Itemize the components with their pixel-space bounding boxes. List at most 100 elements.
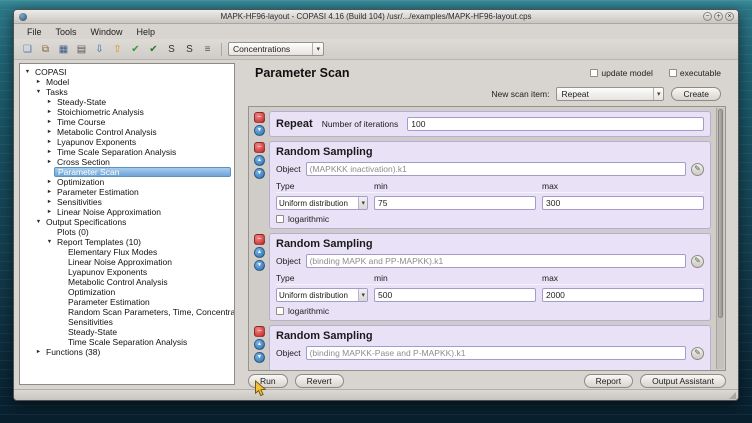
collapse-arrow-icon[interactable]: ▼ [45,237,54,247]
sliders-icon[interactable]: ≡ [200,42,215,57]
model-tree[interactable]: ▼COPASI►Model▼Tasks►Steady-State►Stoichi… [19,63,235,385]
tree-item-parameter-estimation[interactable]: ►Parameter Estimation [20,187,234,197]
expand-arrow-icon[interactable]: ► [34,77,43,87]
expand-arrow-icon[interactable]: ► [45,137,54,147]
expand-arrow-icon[interactable]: ► [45,177,54,187]
close-button[interactable]: × [725,12,734,21]
tree-item-metabolic-control-analysis[interactable]: ►Metabolic Control Analysis [20,127,234,137]
delete-item-button[interactable]: − [254,234,265,245]
tree-item-model[interactable]: ►Model [20,77,234,87]
expand-arrow-icon[interactable]: ► [45,127,54,137]
revert-button[interactable]: Revert [295,374,344,388]
tree-item-metabolic-control-analysis[interactable]: Metabolic Control Analysis [20,277,234,287]
tree-item-random-scan-parameters-time-concentrations[interactable]: Random Scan Parameters, Time, Concentrat… [20,307,234,317]
tree-item-time-scale-separation-analysis[interactable]: Time Scale Separation Analysis [20,337,234,347]
tree-item-optimization[interactable]: ►Optimization [20,177,234,187]
executable-checkbox[interactable]: executable [669,68,721,78]
distribution-select[interactable]: Uniform distribution▾ [276,196,368,210]
print-icon[interactable]: ▤ [74,42,89,57]
tree-item-sensitivities[interactable]: Sensitivities [20,317,234,327]
tree-item-lyapunov-exponents[interactable]: Lyapunov Exponents [20,267,234,277]
tree-item-plots-0[interactable]: Plots (0) [20,227,234,237]
tree-item-parameter-scan[interactable]: Parameter Scan [20,167,234,177]
expand-arrow-icon[interactable]: ► [45,187,54,197]
tree-item-sensitivities[interactable]: ►Sensitivities [20,197,234,207]
min-input[interactable]: 75 [374,196,536,210]
select-object-button[interactable]: ✎ [691,163,704,176]
delete-item-button[interactable]: − [254,326,265,337]
max-input[interactable]: 2000 [542,288,704,302]
move-down-button[interactable]: ▼ [254,125,265,136]
tree-item-linear-noise-approximation[interactable]: ►Linear Noise Approximation [20,207,234,217]
collapse-arrow-icon[interactable]: ▼ [34,87,43,97]
tree-item-cross-section[interactable]: ►Cross Section [20,157,234,167]
menu-tools[interactable]: Tools [49,24,84,39]
tree-item-steady-state[interactable]: ►Steady-State [20,97,234,107]
expand-arrow-icon[interactable]: ► [45,157,54,167]
report-button[interactable]: Report [584,374,634,388]
expand-arrow-icon[interactable]: ► [45,207,54,217]
expand-arrow-icon[interactable]: ► [45,197,54,207]
expand-arrow-icon[interactable]: ► [45,147,54,157]
maximize-button[interactable]: + [714,12,723,21]
collapse-arrow-icon[interactable]: ▼ [23,67,32,77]
max-input[interactable]: 300 [542,196,704,210]
output-assistant-button[interactable]: Output Assistant [640,374,726,388]
menu-window[interactable]: Window [84,24,130,39]
import-icon[interactable]: ⇧ [110,42,125,57]
expand-arrow-icon[interactable]: ► [45,117,54,127]
create-button[interactable]: Create [671,87,721,101]
min-input[interactable]: 500 [374,288,536,302]
resize-grip[interactable] [729,392,736,399]
delete-item-button[interactable]: − [254,142,265,153]
expand-arrow-icon[interactable]: ► [34,347,43,357]
move-down-button[interactable]: ▼ [254,260,265,271]
tree-item-functions-38[interactable]: ►Functions (38) [20,347,234,357]
move-down-button[interactable]: ▼ [254,352,265,363]
tree-item-elementary-flux-modes[interactable]: Elementary Flux Modes [20,247,234,257]
update-model-checkbox[interactable]: update model [590,68,653,78]
logarithmic-checkbox[interactable]: logarithmic [276,214,704,224]
expand-arrow-icon[interactable]: ► [45,97,54,107]
save-icon[interactable]: ▦ [56,42,71,57]
commit-icon[interactable]: ✔ [146,42,161,57]
move-up-button[interactable]: ▲ [254,339,265,350]
tree-item-parameter-estimation[interactable]: Parameter Estimation [20,297,234,307]
scrollbar-thumb[interactable] [718,109,723,318]
concentrations-combobox[interactable]: Concentrations ▾ [228,42,324,56]
iterations-input[interactable]: 100 [407,117,704,131]
logarithmic-checkbox[interactable]: logarithmic [276,306,704,316]
move-down-button[interactable]: ▼ [254,168,265,179]
select-object-button[interactable]: ✎ [691,347,704,360]
open-file-icon[interactable]: ⧉ [38,42,53,57]
scan-scrollbar[interactable] [716,108,724,369]
collapse-arrow-icon[interactable]: ▼ [34,217,43,227]
tree-item-time-scale-separation-analysis[interactable]: ►Time Scale Separation Analysis [20,147,234,157]
move-up-button[interactable]: ▲ [254,155,265,166]
steady-state-icon[interactable]: S [164,42,179,57]
minimize-button[interactable]: − [703,12,712,21]
expand-arrow-icon[interactable]: ► [45,107,54,117]
tree-item-optimization[interactable]: Optimization [20,287,234,297]
menu-file[interactable]: File [20,24,49,39]
tree-item-copasi[interactable]: ▼COPASI [20,67,234,77]
tree-item-stoichiometric-analysis[interactable]: ►Stoichiometric Analysis [20,107,234,117]
tree-item-output-specifications[interactable]: ▼Output Specifications [20,217,234,227]
delete-item-button[interactable]: − [254,112,265,123]
apply-icon[interactable]: ✔ [128,42,143,57]
select-object-button[interactable]: ✎ [691,255,704,268]
menu-help[interactable]: Help [130,24,163,39]
export-icon[interactable]: ⇩ [92,42,107,57]
tree-item-time-course[interactable]: ►Time Course [20,117,234,127]
tree-item-linear-noise-approximation[interactable]: Linear Noise Approximation [20,257,234,267]
tree-item-tasks[interactable]: ▼Tasks [20,87,234,97]
tree-item-report-templates-10[interactable]: ▼Report Templates (10) [20,237,234,247]
tree-item-steady-state[interactable]: Steady-State [20,327,234,337]
new-file-icon[interactable]: ❏ [20,42,35,57]
move-up-button[interactable]: ▲ [254,247,265,258]
new-scan-item-select[interactable]: Repeat ▾ [556,87,664,101]
distribution-select[interactable]: Uniform distribution▾ [276,288,368,302]
tree-item-lyapunov-exponents[interactable]: ►Lyapunov Exponents [20,137,234,147]
stoichiometry-icon[interactable]: S [182,42,197,57]
titlebar[interactable]: MAPK-HF96-layout - COPASI 4.16 (Build 10… [14,10,738,24]
